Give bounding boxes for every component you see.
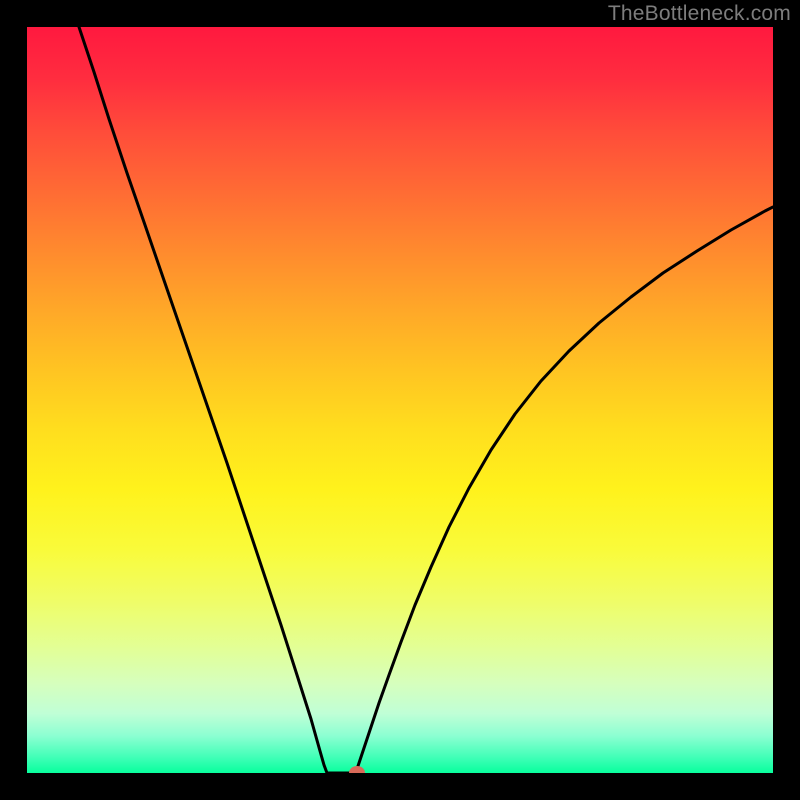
- chart-svg: [27, 27, 773, 773]
- watermark-text: TheBottleneck.com: [608, 2, 791, 26]
- plot-area: [27, 27, 773, 773]
- chart-stage: TheBottleneck.com: [0, 0, 800, 800]
- chart-marker: [349, 766, 365, 773]
- chart-curve: [79, 27, 773, 773]
